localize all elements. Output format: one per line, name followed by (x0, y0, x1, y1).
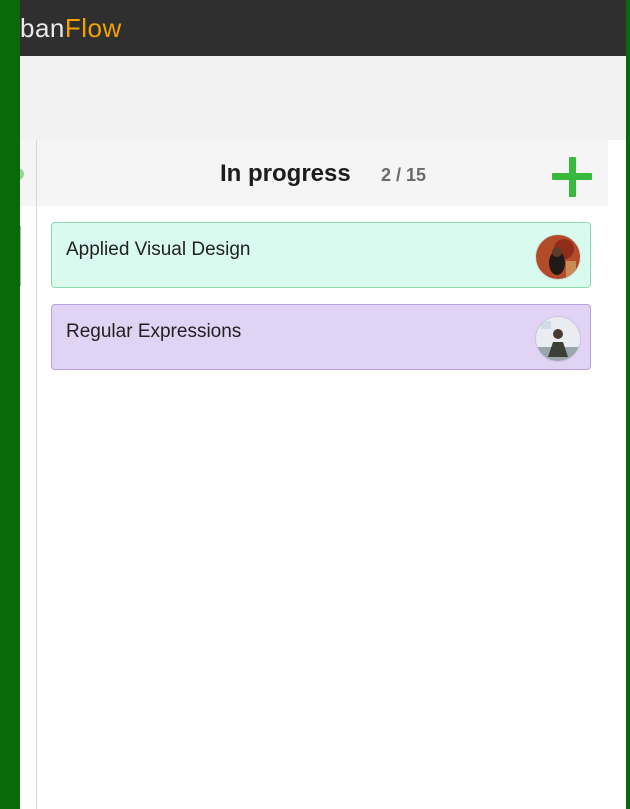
assignee-avatar[interactable] (536, 317, 580, 361)
previous-column-card[interactable] (20, 226, 21, 286)
task-card-title: Applied Visual Design (66, 239, 251, 260)
brand-logo-part2: Flow (64, 13, 122, 43)
task-card-title: Regular Expressions (66, 321, 242, 342)
previous-column-header (20, 140, 37, 206)
add-task-button[interactable] (552, 157, 592, 197)
assignee-avatar[interactable] (536, 235, 580, 279)
avatar-photo-icon (536, 317, 580, 361)
avatar-photo-icon (536, 235, 580, 279)
next-column-edge (608, 140, 626, 809)
column-title: In progress (220, 160, 351, 187)
previous-column-add-icon[interactable] (20, 168, 24, 180)
top-navbar: banFlow (20, 0, 626, 56)
board-toolbar (20, 56, 626, 141)
brand-logo-part1: ban (20, 13, 65, 43)
previous-column (20, 206, 37, 809)
app-window: banFlow In progress 2 / 15 Applied Visua… (20, 0, 626, 809)
in-progress-column: Applied Visual Design Regular Expression… (37, 206, 609, 809)
column-card-count: 2 / 15 (381, 165, 427, 185)
brand-logo[interactable]: banFlow (20, 8, 122, 48)
plus-icon-vertical (569, 157, 576, 197)
columns-header-row: In progress 2 / 15 (20, 140, 626, 207)
window-frame-left (0, 0, 20, 809)
task-card[interactable]: Applied Visual Design (51, 222, 591, 288)
window-frame-right (626, 0, 630, 809)
task-card[interactable]: Regular Expressions (51, 304, 591, 370)
